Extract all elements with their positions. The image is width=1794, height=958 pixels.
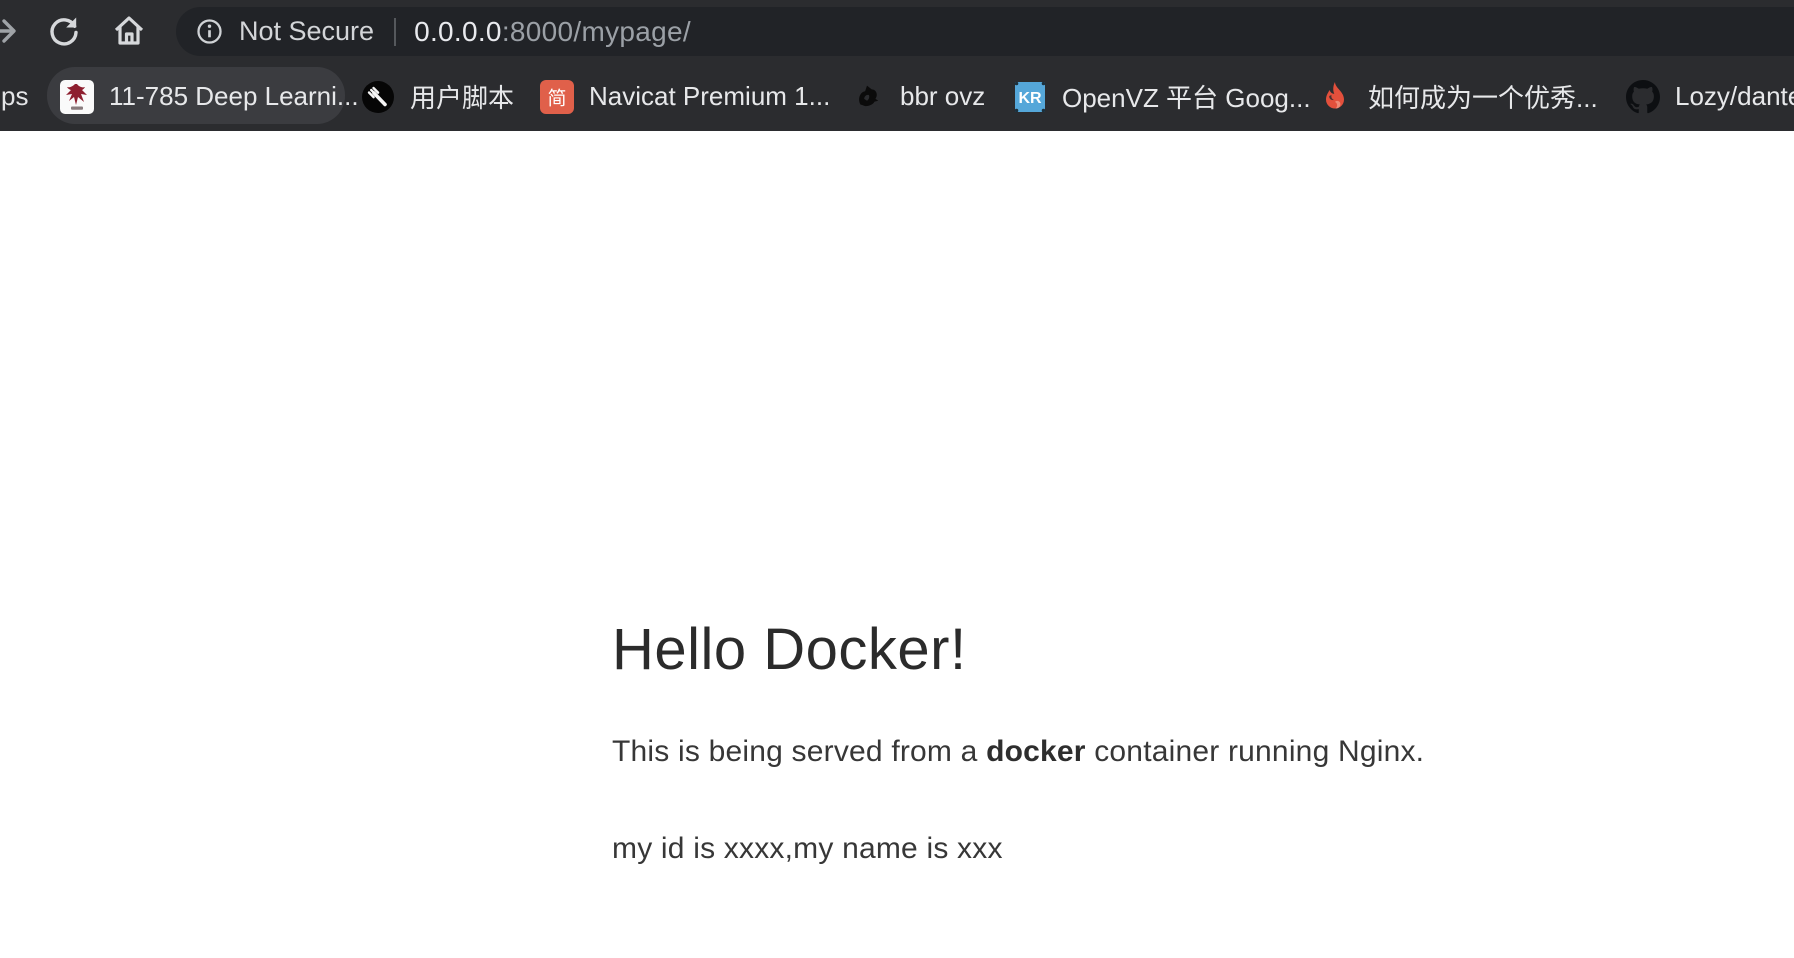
url-text: 0.0.0.0:8000/mypage/ [414, 16, 691, 48]
phoenix-favicon [60, 80, 94, 114]
omnibox-url-bar[interactable]: Not Secure 0.0.0.0:8000/mypage/ [176, 7, 1794, 56]
apps-shortcut-partial[interactable]: ps [1, 62, 28, 131]
bookmark-openvz-platform[interactable]: KR OpenVZ 平台 Goog... [1013, 62, 1311, 131]
served-line-after: container running Nginx. [1086, 735, 1425, 768]
info-icon [196, 18, 223, 45]
github-favicon [1626, 80, 1660, 114]
bookmark-label: 用户脚本 [410, 78, 514, 115]
reload-icon [46, 36, 82, 53]
bookmark-label: OpenVZ 平台 Goog... [1062, 78, 1311, 115]
bookmark-label: 如何成为一个优秀... [1368, 78, 1598, 115]
bookmark-label: bbr ovz [900, 81, 985, 112]
forward-arrow-icon [0, 36, 21, 53]
bookmark-how-to-become-excellent[interactable]: 如何成为一个优秀... [1319, 62, 1598, 131]
flame-favicon [1319, 80, 1353, 114]
svg-text:KR: KR [1018, 90, 1042, 107]
home-button[interactable] [110, 12, 146, 48]
served-line-bold: docker [986, 735, 1086, 768]
bookmark-label: 11-785 Deep Learni... [109, 81, 359, 112]
bookmark-navicat-premium[interactable]: 简 Navicat Premium 1... [540, 62, 830, 131]
reload-button[interactable] [46, 13, 82, 49]
bookmarks-bar: ps 11-785 Deep Learni... [0, 62, 1794, 131]
served-line: This is being served from a docker conta… [612, 732, 1424, 773]
browser-chrome: Not Secure 0.0.0.0:8000/mypage/ ps 11-78… [0, 0, 1794, 131]
svg-text:简: 简 [547, 87, 566, 109]
page-title: Hello Docker! [612, 618, 967, 682]
id-line: my id is xxxx,my name is xxx [612, 829, 1003, 870]
site-security-chip[interactable]: Not Secure [196, 16, 374, 47]
forward-button[interactable] [0, 13, 21, 49]
home-icon [110, 37, 148, 54]
bookmark-lozy-dante[interactable]: Lozy/dante [1626, 62, 1794, 131]
jianshu-favicon: 简 [540, 80, 574, 114]
url-host: 0.0.0.0 [414, 16, 502, 47]
security-label: Not Secure [239, 16, 374, 47]
browser-toolbar: Not Secure 0.0.0.0:8000/mypage/ [0, 0, 1794, 62]
bookmark-bbr-ovz[interactable]: bbr ovz [851, 62, 985, 131]
omnibox-divider [394, 18, 396, 46]
served-line-before: This is being served from a [612, 735, 986, 768]
bookmark-label: Lozy/dante [1675, 81, 1794, 112]
kr-favicon: KR [1013, 80, 1047, 114]
web-page-content: Hello Docker! This is being served from … [0, 131, 1794, 958]
url-path: :8000/mypage/ [502, 16, 691, 47]
bookmark-11785-deep-learning[interactable]: 11-785 Deep Learni... [60, 62, 359, 131]
animal-silhouette-favicon [851, 80, 885, 114]
greasyfork-favicon [361, 80, 395, 114]
bookmark-label: Navicat Premium 1... [589, 81, 830, 112]
bookmark-user-scripts[interactable]: 用户脚本 [361, 62, 514, 131]
